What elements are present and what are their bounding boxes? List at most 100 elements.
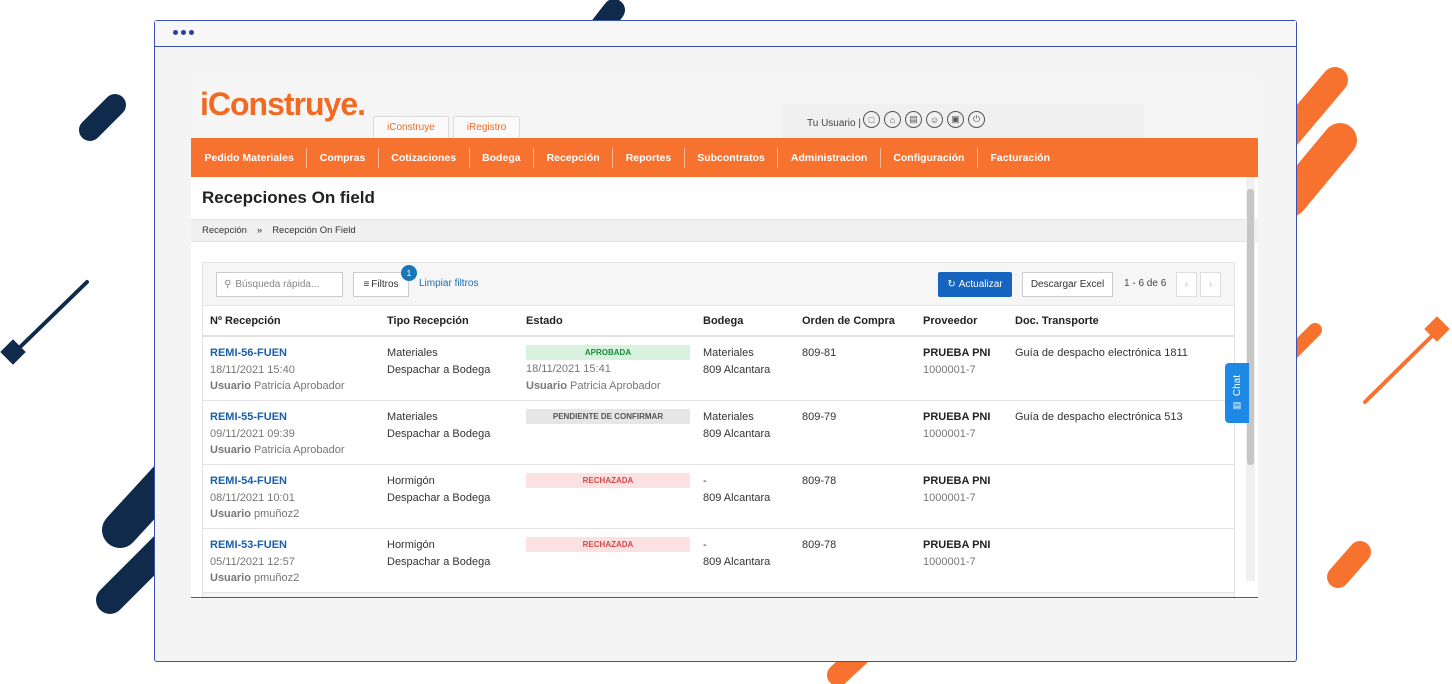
breadcrumb-separator: » [256,225,263,236]
cell-estado: PENDIENTE DE CONFIRMAR [526,409,690,425]
bodega-line2: 809 Alcantara [703,363,771,376]
reception-id-link[interactable]: REMI-53-FUEN [210,537,299,554]
proveedor-id: 1000001-7 [923,491,976,504]
cell-tipo: Hormigón Despachar a Bodega [387,473,490,506]
cell-orden-compra: 809-78 [802,475,837,487]
cell-recepcion: REMI-53-FUEN 05/11/2021 12:57 Usuario pm… [210,537,299,587]
th-doc-transporte[interactable]: Doc. Transporte [1015,315,1099,327]
reception-user: Patricia Aprobador [254,444,345,456]
bodega-line1: Materiales [703,411,754,423]
search-placeholder: Búsqueda rápida... [235,279,320,290]
tab-iconstruye[interactable]: iConstruye [373,116,449,138]
th-estado[interactable]: Estado [526,315,563,327]
table-row[interactable]: REMI-55-FUEN 09/11/2021 09:39 Usuario Pa… [203,401,1234,465]
receptions-table: Nº Recepción Tipo Recepción Estado Bodeg… [203,305,1234,593]
app: iConstruye. iConstruye iRegistro Tu Usua… [191,76,1258,599]
table-row[interactable]: REMI-53-FUEN 05/11/2021 12:57 Usuario pm… [203,529,1234,593]
nav-cotizaciones[interactable]: Cotizaciones [379,147,470,168]
tab-iregistro[interactable]: iRegistro [452,116,521,138]
next-page-button[interactable]: › [1200,272,1221,297]
breadcrumb: Recepción » Recepción On Field [191,220,1258,242]
printer-icon[interactable]: ▤ [905,111,922,128]
cell-tipo: Materiales Despachar a Bodega [387,345,490,378]
user-prefix: Usuario [210,508,251,520]
reception-user: pmuñoz2 [254,572,300,584]
cell-orden-compra: 809-78 [802,539,837,551]
logo: iConstruye. [200,86,366,122]
cell-tipo: Hormigón Despachar a Bodega [387,537,490,570]
breadcrumb-current: Recepción On Field [272,225,356,236]
chat-button[interactable]: Chat ▤ [1225,363,1249,423]
app-bottom-border [191,597,1258,598]
cell-bodega: - 809 Alcantara [703,473,770,506]
tipo-line2: Despachar a Bodega [387,363,491,376]
home-icon[interactable]: ⌂ [884,111,901,128]
clear-filters-link[interactable]: Limpiar filtros [419,278,478,289]
user-box: Tu Usuario | □ ⌂ ▤ ☺ ▣ ⏻ [782,104,1144,138]
reception-date: 05/11/2021 12:57 [210,555,295,568]
tipo-line2: Despachar a Bodega [387,427,491,440]
nav-reportes[interactable]: Reportes [613,147,685,168]
nav-pedido-materiales[interactable]: Pedido Materiales [192,147,308,168]
search-input[interactable]: ⚲ Búsqueda rápida... [216,272,343,297]
page-title: Recepciones On field [202,188,375,207]
cell-recepcion: REMI-54-FUEN 08/11/2021 10:01 Usuario pm… [210,473,299,523]
nav-facturacion[interactable]: Facturación [978,148,1063,168]
nav-compras[interactable]: Compras [307,147,379,168]
page-title-bar: Recepciones On field [191,177,1258,220]
th-orden-compra[interactable]: Orden de Compra [802,315,895,327]
user-label: Tu Usuario | [807,118,861,129]
content: Recepciones On field Recepción » Recepci… [191,177,1258,599]
bodega-line2: 809 Alcantara [703,427,771,440]
cell-proveedor: PRUEBA PNI 1000001-7 [923,345,990,378]
status-badge: APROBADA [526,345,690,360]
nav-recepcion[interactable]: Recepción [534,147,614,168]
window-dots-icon [173,30,194,35]
tipo-line1: Materiales [387,411,438,423]
th-bodega[interactable]: Bodega [703,315,743,327]
tipo-line1: Hormigón [387,475,435,487]
th-tipo[interactable]: Tipo Recepción [387,315,469,327]
stage: iConstruye. iConstruye iRegistro Tu Usua… [0,0,1452,684]
proveedor-name: PRUEBA PNI [923,475,991,487]
nav-administracion[interactable]: Administracion [778,147,881,168]
tipo-line2: Despachar a Bodega [387,555,491,568]
refresh-button[interactable]: ↻ Actualizar [938,272,1012,297]
user-prefix: Usuario [210,572,251,584]
th-proveedor[interactable]: Proveedor [923,315,977,327]
chat-label: Chat [1231,374,1243,397]
status-badge: PENDIENTE DE CONFIRMAR [526,409,690,424]
browser-window: iConstruye. iConstruye iRegistro Tu Usua… [154,20,1297,662]
status-date: 18/11/2021 15:41 [526,363,611,375]
status-user: Patricia Aprobador [570,379,661,392]
document-icon[interactable]: □ [863,111,880,128]
table-header: Nº Recepción Tipo Recepción Estado Bodeg… [203,305,1234,337]
reception-date: 08/11/2021 10:01 [210,491,295,504]
status-badge: RECHAZADA [526,537,690,552]
refresh-icon: ↻ [947,279,956,290]
scrollbar-thumb[interactable] [1247,189,1254,465]
download-excel-button[interactable]: Descargar Excel [1022,272,1113,297]
th-numero[interactable]: Nº Recepción [210,315,281,327]
nav-configuracion[interactable]: Configuración [881,147,978,168]
reception-id-link[interactable]: REMI-54-FUEN [210,473,299,490]
proveedor-id: 1000001-7 [923,427,976,440]
table-row[interactable]: REMI-54-FUEN 08/11/2021 10:01 Usuario pm… [203,465,1234,529]
filter-sliders-icon: ≡ [363,279,370,290]
reception-id-link[interactable]: REMI-56-FUEN [210,345,345,362]
nav-bodega[interactable]: Bodega [470,147,535,168]
top-tabs: iConstruye iRegistro [373,116,521,138]
reception-date: 18/11/2021 15:40 [210,363,295,376]
cell-bodega: Materiales 809 Alcantara [703,409,770,442]
proveedor-id: 1000001-7 [923,555,976,568]
user-icon[interactable]: ☺ [926,111,943,128]
table-row[interactable]: REMI-56-FUEN 18/11/2021 15:40 Usuario Pa… [203,337,1234,401]
nav-subcontratos[interactable]: Subcontratos [685,147,779,168]
breadcrumb-recepcion[interactable]: Recepción [202,225,247,236]
power-icon[interactable]: ⏻ [968,111,985,128]
user-prefix: Usuario [210,380,251,392]
results-panel: ⚲ Búsqueda rápida... ≡ Filtros 1 Limpiar… [202,262,1235,599]
prev-page-button[interactable]: ‹ [1176,272,1197,297]
lock-icon[interactable]: ▣ [947,111,964,128]
reception-id-link[interactable]: REMI-55-FUEN [210,409,345,426]
